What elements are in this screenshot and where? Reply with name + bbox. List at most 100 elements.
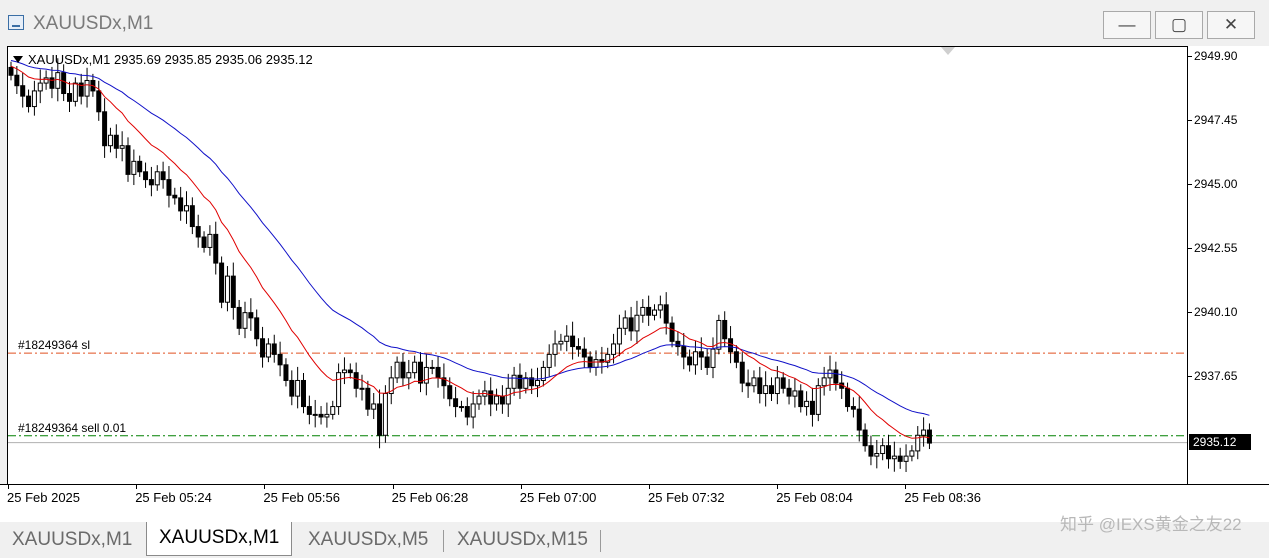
stop-loss-label: #18249364 sl bbox=[18, 338, 91, 353]
candle-body bbox=[499, 395, 505, 405]
price-chart[interactable] bbox=[8, 47, 1188, 485]
price-label: 2947.45 bbox=[1194, 112, 1238, 127]
candle-body bbox=[728, 338, 734, 353]
candle-body bbox=[868, 445, 874, 457]
candle-body bbox=[61, 72, 67, 95]
minimize-button[interactable]: — bbox=[1103, 11, 1151, 39]
candle-body bbox=[815, 385, 821, 415]
candle-body bbox=[850, 406, 856, 410]
price-label: 2940.10 bbox=[1194, 304, 1238, 319]
candle-body bbox=[365, 387, 371, 410]
time-label: 25 Feb 07:00 bbox=[519, 490, 597, 505]
candle-body bbox=[406, 372, 412, 379]
slow-moving-average-line bbox=[10, 60, 930, 416]
tab-separator bbox=[443, 530, 444, 552]
candle-body bbox=[125, 145, 131, 175]
candle-body bbox=[219, 262, 225, 303]
candle-body bbox=[131, 160, 137, 175]
candle-body bbox=[341, 369, 347, 374]
candle-body bbox=[20, 85, 26, 97]
candle-body bbox=[318, 413, 324, 418]
candle-body bbox=[926, 429, 932, 444]
time-tick bbox=[8, 485, 9, 489]
candle-body bbox=[552, 343, 558, 355]
tab-xauusdx-m15[interactable]: XAUUSDx,M15 bbox=[457, 524, 588, 556]
candle-body bbox=[886, 445, 891, 460]
candle-body bbox=[154, 171, 160, 186]
watermark: 知乎 @IEXS黄金之友22 bbox=[1060, 515, 1242, 534]
candle-body bbox=[201, 236, 207, 248]
candle-body bbox=[195, 226, 201, 238]
candle-body bbox=[880, 445, 886, 455]
candle-body bbox=[751, 377, 757, 387]
tab-xauusdx-m1-a[interactable]: XAUUSDx,M1 bbox=[12, 524, 132, 556]
candle-body bbox=[418, 361, 423, 384]
price-axis[interactable]: 2949.90 2947.45 2945.00 2942.55 2940.10 2937.… bbox=[1187, 46, 1269, 484]
candle-body bbox=[312, 413, 318, 416]
tab-xauusdx-m5[interactable]: XAUUSDx,M5 bbox=[308, 524, 428, 556]
candle-body bbox=[160, 171, 166, 181]
candle-body bbox=[757, 377, 763, 395]
time-label: 25 Feb 08:36 bbox=[904, 490, 982, 505]
candle-body bbox=[119, 145, 125, 149]
order-label: #18249364 sell 0.01 bbox=[18, 420, 127, 435]
tab-xauusdx-m1-active[interactable]: XAUUSDx,M1 bbox=[146, 522, 293, 556]
chart-window-icon bbox=[8, 15, 24, 30]
candle-body bbox=[891, 455, 897, 460]
price-label: 2945.00 bbox=[1194, 176, 1238, 191]
candle-body bbox=[628, 317, 634, 332]
fast-moving-average-line bbox=[10, 65, 930, 439]
candle-body bbox=[476, 395, 482, 405]
candle-body bbox=[55, 72, 61, 89]
candle-body bbox=[306, 406, 312, 415]
candle-body bbox=[739, 361, 745, 384]
candle-body bbox=[184, 205, 189, 212]
time-tick bbox=[905, 485, 907, 489]
time-label: 25 Feb 06:28 bbox=[391, 490, 469, 505]
maximize-button[interactable]: ▢ bbox=[1155, 11, 1203, 39]
candle-body bbox=[675, 340, 681, 348]
candle-body bbox=[382, 393, 388, 436]
candle-body bbox=[862, 429, 868, 447]
candle-body bbox=[546, 353, 552, 368]
candle-body bbox=[856, 408, 862, 431]
dropdown-triangle-icon[interactable] bbox=[13, 56, 23, 63]
candle-body bbox=[84, 79, 90, 97]
candle-body bbox=[330, 406, 336, 415]
candle-body bbox=[289, 379, 295, 397]
candle-body bbox=[681, 346, 687, 358]
close-button[interactable]: ✕ bbox=[1207, 11, 1255, 39]
candle-body bbox=[692, 351, 698, 366]
candle-body bbox=[213, 233, 219, 264]
current-price-badge: 2935.12 bbox=[1189, 433, 1251, 450]
candle-body bbox=[903, 455, 909, 462]
time-label: 25 Feb 05:24 bbox=[135, 490, 212, 505]
chart-pane[interactable]: XAUUSDx,M1 2935.69 2935.85 2935.06 2935.… bbox=[7, 46, 1188, 485]
candle-body bbox=[763, 385, 769, 395]
candle-body bbox=[657, 304, 663, 311]
candle-body bbox=[248, 312, 254, 319]
price-tick bbox=[1188, 183, 1192, 185]
candle-body bbox=[207, 233, 213, 248]
candle-body bbox=[230, 275, 236, 308]
candle-body bbox=[780, 377, 786, 389]
chart-shift-marker-icon[interactable] bbox=[941, 47, 955, 55]
candle-body bbox=[710, 348, 716, 368]
candle-body bbox=[265, 343, 271, 358]
candle-body bbox=[593, 359, 599, 368]
candle-body bbox=[640, 306, 646, 316]
price-tick bbox=[1188, 375, 1192, 377]
time-label: 25 Feb 07:32 bbox=[648, 490, 725, 505]
candle-body bbox=[137, 160, 143, 173]
candle-body bbox=[447, 385, 453, 400]
candle-body bbox=[704, 356, 710, 368]
candle-body bbox=[189, 205, 195, 228]
time-label: 25 Feb 2025 bbox=[7, 490, 81, 505]
candle-body bbox=[43, 77, 49, 84]
maximize-icon: ▢ bbox=[1170, 15, 1188, 34]
title-bar: XAUUSDx,M1 — ▢ ✕ bbox=[0, 0, 1269, 46]
candle-body bbox=[564, 335, 570, 342]
price-tick bbox=[1188, 56, 1192, 57]
candle-body bbox=[283, 364, 289, 381]
candle-body bbox=[792, 390, 798, 397]
